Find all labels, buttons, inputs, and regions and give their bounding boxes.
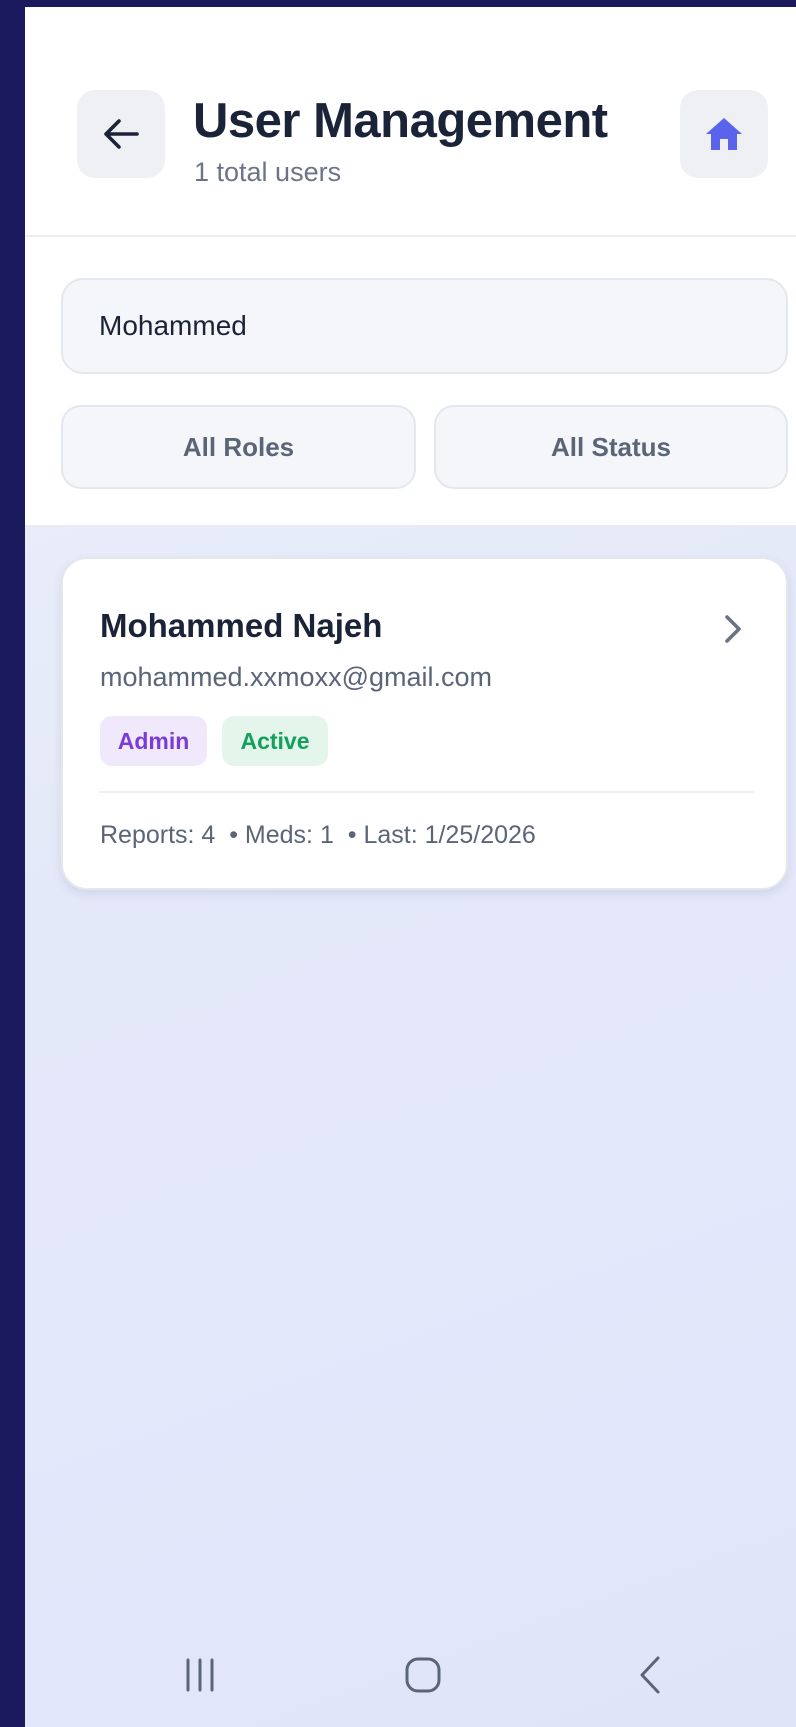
arrow-left-icon <box>104 119 139 149</box>
back-chevron-icon <box>640 1656 660 1694</box>
roles-filter-label: All Roles <box>182 431 295 462</box>
search-input[interactable]: Mohammed <box>61 278 788 374</box>
role-badge: Admin <box>100 716 207 766</box>
recent-apps-icon <box>186 1658 214 1692</box>
user-name: Mohammed Najeh <box>100 607 383 644</box>
system-navigation-bar <box>25 1625 796 1727</box>
system-back-button[interactable] <box>605 1625 695 1725</box>
search-input-value: Mohammed <box>99 310 247 341</box>
app-header: User Management 1 total users <box>25 7 796 237</box>
system-home-button[interactable] <box>378 1625 468 1725</box>
home-button[interactable] <box>680 90 768 178</box>
user-email: mohammed.xxmoxx@gmail.com <box>100 662 493 692</box>
filter-panel: Mohammed All Roles All Status <box>25 237 796 527</box>
user-card[interactable]: Mohammed Najeh mohammed.xxmoxx@gmail.com… <box>61 557 788 890</box>
recent-apps-button[interactable] <box>155 1625 245 1725</box>
home-circle-icon <box>405 1657 441 1693</box>
page-title: User Management <box>193 94 608 148</box>
user-stats: Reports: 4 • Meds: 1 • Last: 1/25/2026 <box>100 821 536 849</box>
status-filter-label: All Status <box>551 431 671 462</box>
chevron-right-icon <box>725 615 741 643</box>
status-badge: Active <box>222 716 328 766</box>
home-icon <box>706 118 742 150</box>
user-count-subtitle: 1 total users <box>194 157 342 187</box>
roles-filter-dropdown[interactable]: All Roles <box>61 405 416 489</box>
status-filter-dropdown[interactable]: All Status <box>434 405 788 489</box>
card-divider <box>99 791 754 793</box>
app-screen: User Management 1 total users Mohammed A… <box>25 7 796 1727</box>
back-button[interactable] <box>77 90 165 178</box>
